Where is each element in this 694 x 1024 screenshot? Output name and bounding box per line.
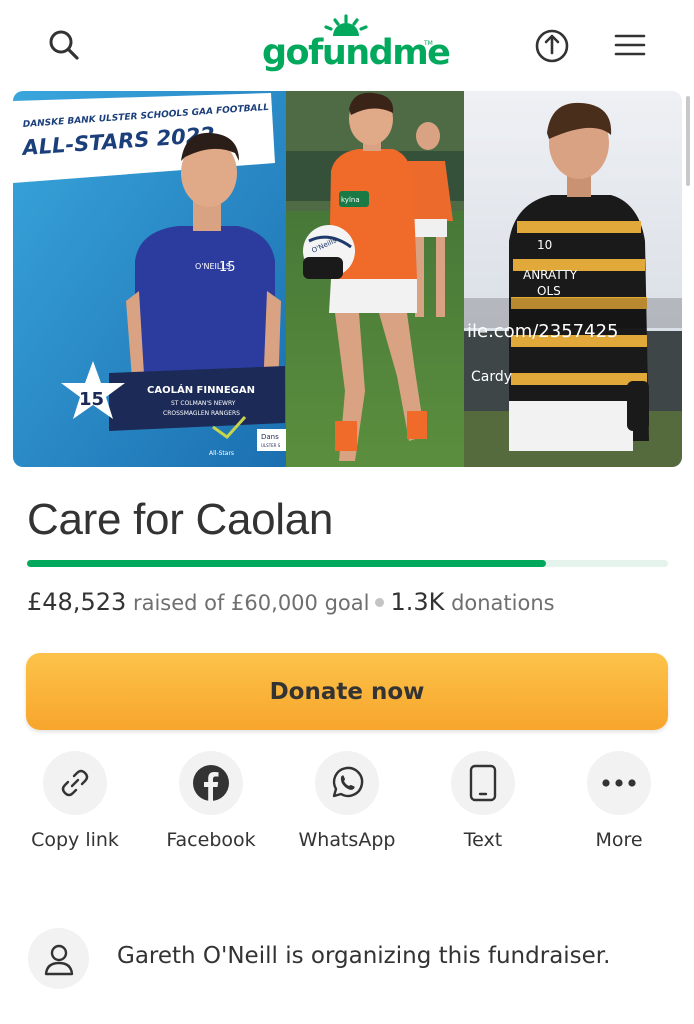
facebook-label: Facebook (166, 829, 256, 851)
star-number: 15 (79, 389, 104, 410)
share-more[interactable]: More (554, 751, 684, 861)
organizer-avatar (28, 928, 89, 989)
more-circle (587, 751, 651, 815)
link-icon (61, 769, 89, 797)
more-label: More (595, 829, 643, 851)
footer-sponsor-sub: ULSTER S (261, 443, 281, 448)
hero-image[interactable]: DANSKE BANK ULSTER SCHOOLS GAA FOOTBALL … (13, 91, 682, 467)
phone-icon (469, 764, 497, 802)
photo-panel-match: O'Neills kylna (286, 91, 464, 467)
amount-raised: £48,523 (27, 588, 127, 616)
donations-count: 1.3K (390, 588, 445, 616)
organizer-text: Gareth O'Neill is organizing this fundra… (117, 943, 611, 969)
player-club: CROSSMAGLEN RANGERS (163, 410, 240, 417)
progress-fill (27, 560, 547, 567)
organizer-row[interactable]: Gareth O'Neill is organizing this fundra… (28, 928, 668, 990)
footer-sponsor: Dans (261, 433, 279, 441)
facebook-circle (179, 751, 243, 815)
share-copy-link[interactable]: Copy link (10, 751, 140, 861)
facebook-icon (193, 765, 229, 801)
search-icon (49, 30, 79, 60)
whatsapp-label: WhatsApp (298, 829, 396, 851)
hero-collage: DANSKE BANK ULSTER SCHOOLS GAA FOOTBALL … (13, 91, 682, 467)
shirt-number: 10 (537, 238, 552, 252)
sponsor-line1: ANRATTY (523, 268, 578, 282)
share-text[interactable]: Text (418, 751, 548, 861)
progress-bar (27, 560, 668, 567)
campaign-title: Care for Caolan (27, 495, 334, 544)
logo-trademark: TM (424, 40, 433, 47)
menu-button[interactable] (606, 21, 654, 69)
share-facebook[interactable]: Facebook (146, 751, 276, 861)
player-name: CAOLÁN FINNEGAN (147, 383, 255, 396)
gofundme-logo[interactable]: gofundme TM (258, 14, 451, 78)
fundraising-stats: £48,523 raised of £60,000 goal 1.3K donat… (27, 587, 555, 618)
whatsapp-circle (315, 751, 379, 815)
share-upload-button[interactable] (528, 21, 576, 69)
goal-text: raised of £60,000 goal (132, 591, 370, 615)
more-dots-icon (602, 779, 636, 787)
logo-wordmark: gofundme (262, 33, 451, 73)
player-school: ST COLMAN'S NEWRY (171, 400, 236, 407)
copy-link-circle (43, 751, 107, 815)
search-button[interactable] (40, 21, 88, 69)
share-whatsapp[interactable]: WhatsApp (282, 751, 412, 861)
scrollbar[interactable] (686, 96, 690, 186)
whatsapp-icon (332, 766, 364, 798)
footer-logo: All-Stars (209, 450, 234, 457)
page: gofundme TM DANSKE BANK ULSTER SCHOOLS G… (0, 0, 694, 1024)
shirt-sponsor: kylna (341, 196, 360, 204)
photo-panel-allstars: DANSKE BANK ULSTER SCHOOLS GAA FOOTBALL … (13, 91, 286, 467)
jersey-number: 15 (219, 260, 236, 275)
share-upload-icon (535, 29, 569, 63)
photo-panel-portrait: 10 ANRATTY OLS ile.com/2357425 Cardy (464, 91, 682, 467)
menu-icon (614, 34, 646, 56)
sponsor-line2: OLS (537, 284, 561, 298)
text-circle (451, 751, 515, 815)
donations-label: donations (451, 591, 555, 615)
header: gofundme TM (0, 0, 694, 90)
separator-dot (375, 598, 385, 607)
copy-link-label: Copy link (31, 829, 119, 851)
watermark-credit: Cardy (471, 369, 512, 385)
donate-now-button[interactable]: Donate now (26, 653, 668, 730)
watermark-url: ile.com/2357425 (467, 321, 618, 342)
text-label: Text (463, 829, 503, 851)
person-icon (44, 944, 73, 975)
